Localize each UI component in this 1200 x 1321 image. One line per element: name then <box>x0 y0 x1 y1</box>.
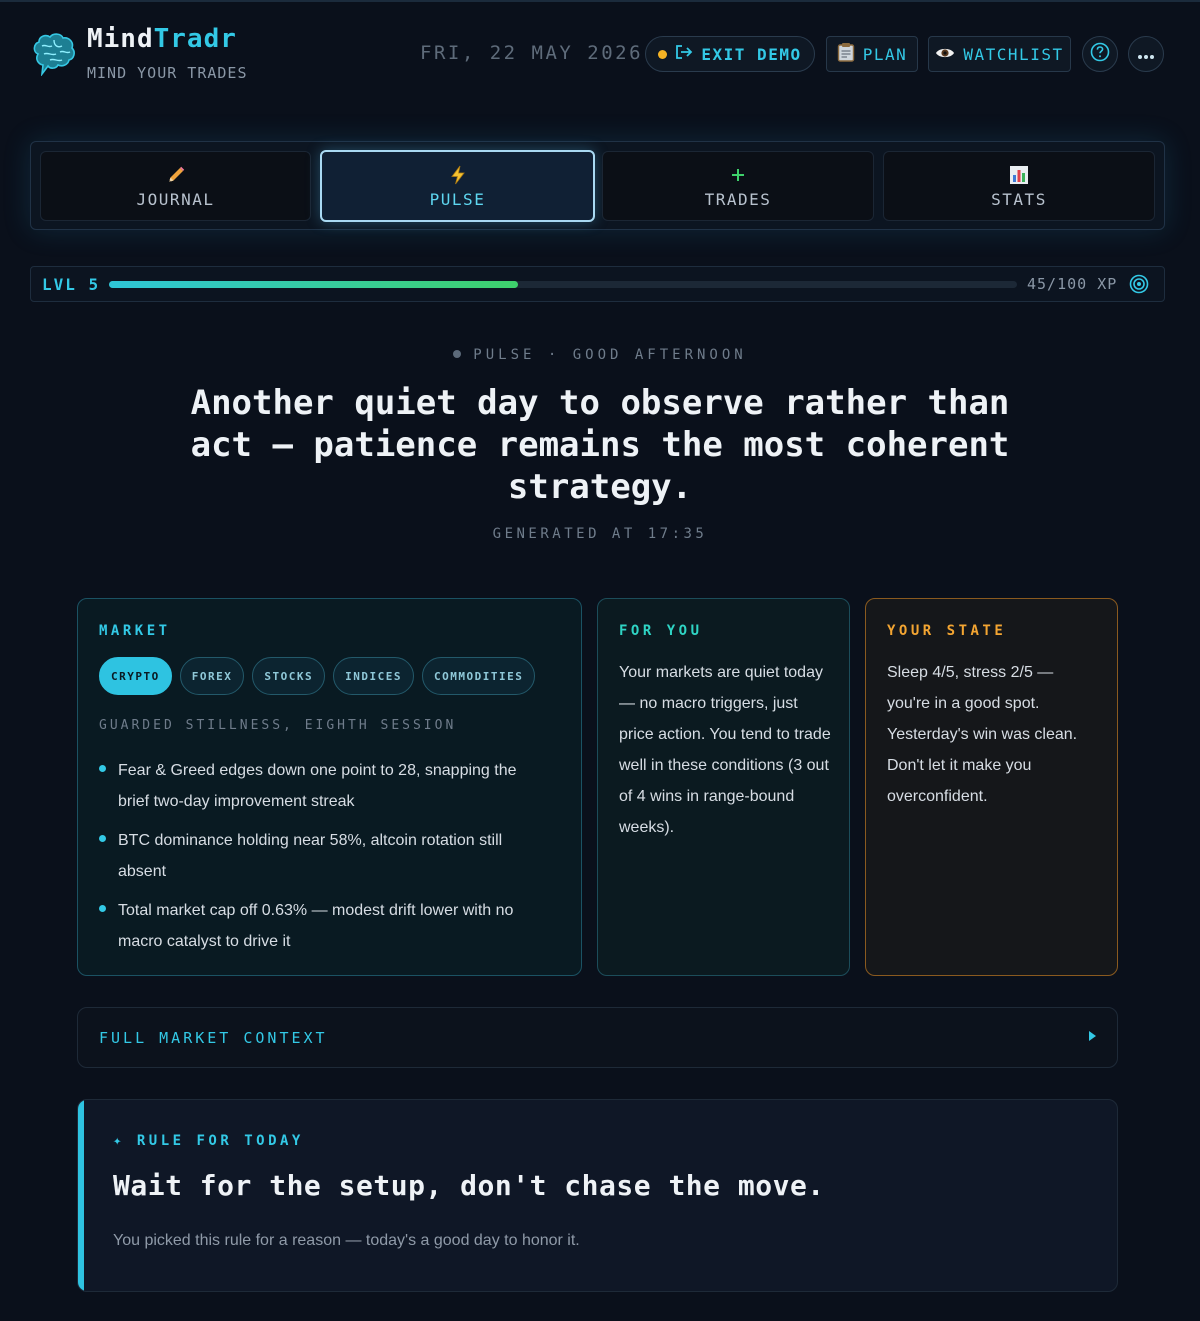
tab-pulse[interactable]: PULSE <box>320 150 595 222</box>
tab-stats[interactable]: STATS <box>883 151 1155 221</box>
app-name: MindTradr <box>87 24 237 54</box>
market-bullets: Fear & Greed edges down one point to 28,… <box>99 755 549 965</box>
clipboard-icon <box>837 42 855 66</box>
rule-eyebrow: ✦ RULE FOR TODAY <box>113 1133 304 1149</box>
pencil-icon <box>166 164 186 186</box>
help-button[interactable] <box>1082 36 1118 72</box>
tab-trades[interactable]: TRADES <box>602 151 874 221</box>
main-tabs: JOURNAL PULSE TRADES STATS <box>30 141 1165 230</box>
eye-icon <box>935 45 955 64</box>
lightning-icon <box>450 164 466 186</box>
exit-icon <box>675 44 693 64</box>
tab-journal-label: JOURNAL <box>136 189 215 209</box>
your-state-text: Sleep 4/5, stress 2/5 — you're in a good… <box>887 664 1078 805</box>
brain-icon <box>30 30 78 77</box>
xp-text: 45/100 XP <box>1027 275 1118 293</box>
rule-title: Wait for the setup, don't chase the move… <box>113 1169 825 1202</box>
current-date: FRI, 22 MAY 2026 <box>420 42 644 64</box>
target-icon <box>1129 274 1149 298</box>
watchlist-button[interactable]: WATCHLIST <box>928 36 1071 72</box>
plan-label: PLAN <box>862 44 908 64</box>
chip-stocks[interactable]: STOCKS <box>252 657 326 695</box>
for-you-text: Your markets are quiet today — no macro … <box>619 664 831 836</box>
market-chip-group: CRYPTO FOREX STOCKS INDICES COMMODITIES <box>99 657 536 695</box>
chip-commodities[interactable]: COMMODITIES <box>421 657 536 695</box>
list-item: Fear & Greed edges down one point to 28,… <box>99 755 549 817</box>
tab-trades-label: TRADES <box>704 189 772 209</box>
chip-crypto[interactable]: CRYPTO <box>99 657 172 695</box>
bar-chart-icon <box>1009 164 1029 186</box>
rule-accent-bar <box>78 1100 84 1291</box>
more-button[interactable] <box>1128 36 1164 72</box>
question-circle-icon <box>1090 42 1110 66</box>
eyebrow-dot <box>453 350 462 358</box>
market-card: MARKET CRYPTO FOREX STOCKS INDICES COMMO… <box>77 598 582 976</box>
xp-track <box>109 281 1017 288</box>
watchlist-label: WATCHLIST <box>963 44 1064 64</box>
xp-fill <box>109 281 518 288</box>
for-you-card: FOR YOU Your markets are quiet today — n… <box>597 598 850 976</box>
ellipsis-icon <box>1137 45 1155 64</box>
for-you-title: FOR YOU <box>619 623 703 639</box>
plus-icon <box>731 164 745 186</box>
your-state-card: YOUR STATE Sleep 4/5, stress 2/5 — you'r… <box>865 598 1118 976</box>
rule-for-today-card: ✦ RULE FOR TODAY Wait for the setup, don… <box>77 1099 1118 1292</box>
market-card-title: MARKET <box>99 623 171 639</box>
pulse-headline: Another quiet day to observe rather than… <box>190 383 1010 507</box>
tab-journal[interactable]: JOURNAL <box>40 151 311 221</box>
your-state-title: YOUR STATE <box>887 623 1007 639</box>
status-dot <box>658 49 668 59</box>
app-tagline: MIND YOUR TRADES <box>87 64 248 82</box>
chip-forex[interactable]: FOREX <box>179 657 245 695</box>
top-border <box>0 0 1200 2</box>
exit-demo-label: EXIT DEMO <box>701 44 802 64</box>
plan-button[interactable]: PLAN <box>826 36 918 72</box>
full-market-context-label: FULL MARKET CONTEXT <box>99 1029 328 1047</box>
list-item: BTC dominance holding near 58%, altcoin … <box>99 825 549 887</box>
level-label: LVL 5 <box>42 275 101 294</box>
tab-stats-label: STATS <box>991 189 1047 209</box>
market-subtitle: GUARDED STILLNESS, EIGHTH SESSION <box>99 718 457 733</box>
xp-progress: LVL 5 45/100 XP <box>30 266 1165 302</box>
pulse-eyebrow: PULSE · GOOD AFTERNOON <box>0 347 1200 363</box>
generated-timestamp: GENERATED AT 17:35 <box>492 526 708 542</box>
tab-pulse-label: PULSE <box>429 189 486 209</box>
app-header: MindTradr MIND YOUR TRADES FRI, 22 MAY 2… <box>30 22 1170 84</box>
list-item: Total market cap off 0.63% — modest drif… <box>99 895 549 957</box>
rule-note: You picked this rule for a reason — toda… <box>113 1232 580 1249</box>
caret-right-icon <box>1089 1031 1096 1041</box>
chip-indices[interactable]: INDICES <box>333 657 414 695</box>
full-market-context-toggle[interactable]: FULL MARKET CONTEXT <box>77 1007 1118 1068</box>
exit-demo-button[interactable]: EXIT DEMO <box>645 36 815 72</box>
